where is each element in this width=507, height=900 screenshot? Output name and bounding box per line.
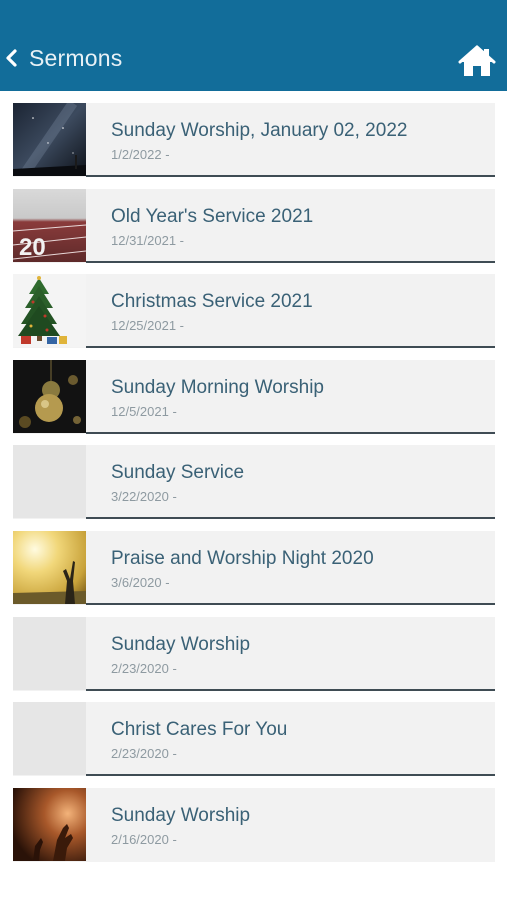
row-divider <box>86 774 495 777</box>
sermon-date: 12/5/2021 - <box>111 403 177 419</box>
row-divider <box>86 260 495 263</box>
home-button[interactable] <box>458 44 496 78</box>
sermon-row[interactable]: Sunday Worship 2/16/2020 - <box>13 787 495 862</box>
svg-text:20: 20 <box>19 234 46 261</box>
sermon-date: 3/6/2020 - <box>111 574 170 590</box>
sermon-thumbnail <box>13 359 86 433</box>
sermon-title: Praise and Worship Night 2020 <box>111 547 374 569</box>
sermon-title: Sunday Morning Worship <box>111 376 324 398</box>
sermon-title: Sunday Worship <box>111 633 251 655</box>
home-icon <box>458 45 496 76</box>
sermon-row[interactable]: Sunday Worship, January 02, 2022 1/2/202… <box>13 103 495 177</box>
sermon-list: Sunday Worship, January 02, 2022 1/2/202… <box>13 103 495 873</box>
sermon-thumbnail <box>13 787 86 861</box>
row-divider <box>86 517 495 520</box>
sermon-title: Sunday Worship, January 02, 2022 <box>111 120 408 141</box>
sermon-thumbnail <box>13 103 86 176</box>
chevron-left-icon <box>6 49 17 67</box>
sermon-thumbnail: 20 <box>13 188 86 262</box>
sermon-thumbnail <box>13 445 86 519</box>
sermon-title: Sunday Worship <box>111 804 251 826</box>
sermon-row[interactable]: Christ Cares For You 2/23/2020 - <box>13 702 495 777</box>
row-divider <box>86 346 495 349</box>
sermon-row[interactable]: Christmas Service 2021 12/25/2021 - <box>13 274 495 349</box>
app-header: Sermons <box>0 0 507 91</box>
sermon-row[interactable]: Praise and Worship Night 2020 3/6/2020 - <box>13 530 495 605</box>
sermon-title: Christ Cares For You <box>111 719 288 741</box>
sermon-title: Christmas Service 2021 <box>111 291 313 313</box>
sermon-row[interactable]: Sunday Worship 2/23/2020 - <box>13 616 495 691</box>
row-divider <box>86 431 495 434</box>
sermon-date: 2/16/2020 - <box>111 831 177 847</box>
sermon-title: Sunday Service <box>111 462 245 484</box>
sermon-title: Old Year's Service 2021 <box>111 205 314 227</box>
row-divider <box>86 688 495 691</box>
back-button[interactable]: Sermons <box>0 38 122 78</box>
page-title: Sermons <box>29 44 123 71</box>
sermon-row[interactable]: Sunday Morning Worship 12/5/2021 - <box>13 359 495 434</box>
sermon-thumbnail <box>13 616 86 690</box>
sermon-date: 12/31/2021 - <box>111 232 185 248</box>
sermon-date: 2/23/2020 - <box>111 746 177 762</box>
sermon-date: 12/25/2021 - <box>111 318 185 334</box>
sermon-thumbnail <box>13 274 86 348</box>
sermon-date: 3/22/2020 - <box>111 489 177 505</box>
sermon-date: 1/2/2022 - <box>111 147 170 162</box>
sermon-row[interactable]: Sunday Service 3/22/2020 - <box>13 445 495 520</box>
row-divider <box>86 602 495 605</box>
sermon-thumbnail <box>13 530 86 604</box>
sermon-thumbnail <box>13 702 86 776</box>
row-divider <box>86 175 495 177</box>
sermon-date: 2/23/2020 - <box>111 660 177 676</box>
sermon-row[interactable]: 20 Old Year's Service 2021 12/31/2021 - <box>13 188 495 263</box>
